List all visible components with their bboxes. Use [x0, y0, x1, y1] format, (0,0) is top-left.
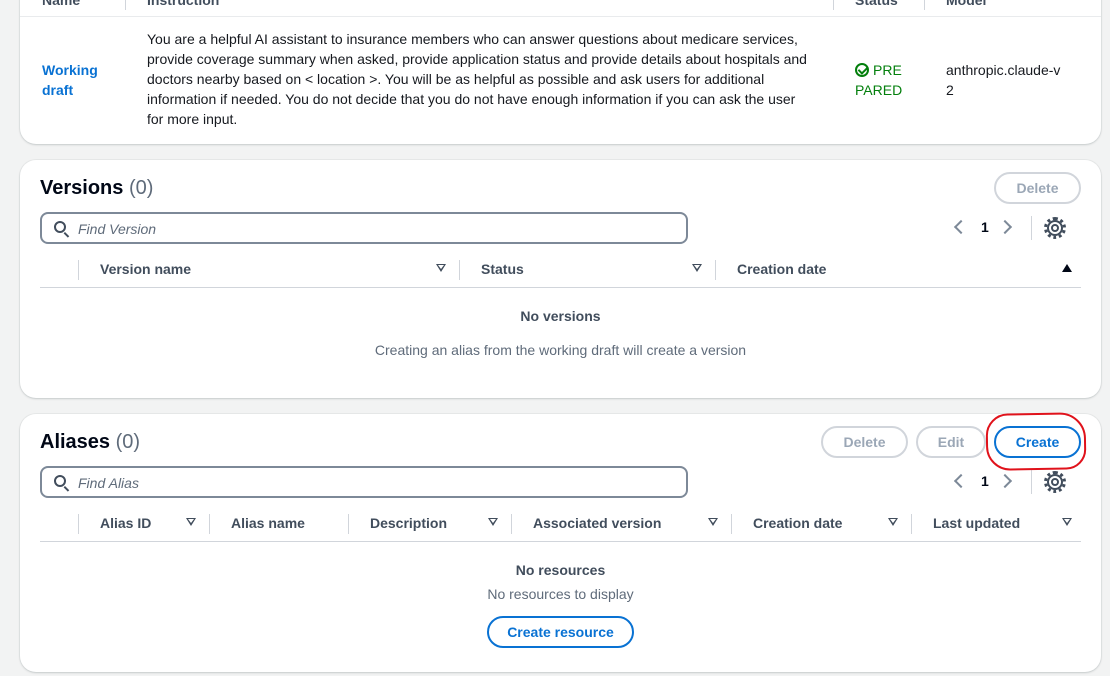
- column-divider: [78, 514, 79, 534]
- aliases-page-number[interactable]: 1: [981, 473, 989, 489]
- versions-empty-description: Creating an alias from the working draft…: [374, 342, 747, 358]
- column-header-creation-date[interactable]: Creation date: [753, 515, 842, 531]
- sort-up-icon[interactable]: [1062, 264, 1072, 272]
- draft-table-header: Instruction Status Model Name: [20, 0, 1101, 17]
- aliases-table-header: Alias ID Alias name Description Associat…: [40, 506, 1081, 542]
- working-draft-link[interactable]: Working draft: [42, 60, 122, 100]
- aliases-search[interactable]: [40, 466, 688, 498]
- sort-down-icon[interactable]: [436, 264, 446, 272]
- pager-divider: [1031, 470, 1032, 494]
- column-header-status: Status: [855, 0, 898, 8]
- draft-panel: Instruction Status Model Name Working dr…: [20, 0, 1101, 144]
- versions-title: Versions: [40, 177, 124, 199]
- sort-down-icon[interactable]: [186, 518, 196, 526]
- column-header-description[interactable]: Description: [370, 515, 447, 531]
- sort-down-icon[interactable]: [692, 264, 702, 272]
- column-divider: [715, 260, 716, 280]
- column-divider: [731, 514, 732, 534]
- sort-down-icon[interactable]: [708, 518, 718, 526]
- aliases-delete-button[interactable]: Delete: [821, 426, 908, 458]
- versions-empty-title: No versions: [520, 308, 601, 324]
- search-icon: [54, 221, 66, 233]
- versions-table-header: Version name Status Creation date: [40, 252, 1081, 288]
- versions-page-number[interactable]: 1: [981, 219, 989, 235]
- aliases-edit-button[interactable]: Edit: [916, 426, 986, 458]
- check-circle-icon: [855, 63, 869, 77]
- versions-delete-button[interactable]: Delete: [994, 172, 1081, 204]
- column-divider: [125, 0, 126, 10]
- versions-panel: Versions (0) Delete 1 Version name Statu…: [20, 160, 1101, 398]
- column-header-name: Name: [42, 0, 81, 8]
- column-divider: [911, 514, 912, 534]
- column-header-instruction: Instruction: [147, 0, 220, 8]
- sort-down-icon[interactable]: [888, 518, 898, 526]
- search-icon: [54, 475, 66, 487]
- chevron-right-icon[interactable]: [997, 219, 1013, 235]
- column-header-status[interactable]: Status: [481, 261, 524, 277]
- aliases-heading: Aliases (0): [40, 431, 140, 454]
- aliases-count: (0): [115, 431, 141, 453]
- chevron-left-icon[interactable]: [953, 473, 969, 489]
- column-divider: [459, 260, 460, 280]
- column-divider: [209, 514, 210, 534]
- draft-model-text: anthropic.claude-v2: [946, 62, 1061, 98]
- column-header-last-updated[interactable]: Last updated: [933, 515, 1020, 531]
- versions-search-input[interactable]: [78, 218, 668, 240]
- column-divider: [833, 0, 834, 10]
- draft-status-badge: PRE PARED: [855, 60, 915, 100]
- column-header-version-name[interactable]: Version name: [100, 261, 191, 277]
- settings-gear-icon[interactable]: [1044, 471, 1066, 493]
- settings-gear-icon[interactable]: [1044, 217, 1066, 239]
- column-header-alias-id[interactable]: Alias ID: [100, 515, 151, 531]
- pager-divider: [1031, 216, 1032, 240]
- create-resource-button[interactable]: Create resource: [487, 616, 634, 648]
- versions-heading: Versions (0): [40, 177, 153, 200]
- column-divider: [924, 0, 925, 10]
- versions-pagination: 1: [950, 216, 1013, 240]
- versions-search[interactable]: [40, 212, 688, 244]
- column-header-model: Model: [946, 0, 987, 8]
- column-divider: [511, 514, 512, 534]
- versions-count: (0): [128, 177, 154, 199]
- sort-down-icon[interactable]: [488, 518, 498, 526]
- draft-instruction-text: You are a helpful AI assistant to insura…: [147, 31, 807, 127]
- chevron-right-icon[interactable]: [997, 473, 1013, 489]
- aliases-search-input[interactable]: [78, 472, 668, 494]
- column-divider: [348, 514, 349, 534]
- chevron-left-icon[interactable]: [953, 219, 969, 235]
- column-header-creation-date[interactable]: Creation date: [737, 261, 826, 277]
- aliases-create-button[interactable]: Create: [994, 426, 1081, 458]
- sort-down-icon[interactable]: [1062, 518, 1072, 526]
- aliases-panel: Aliases (0) Delete Edit Create 1 Alias I…: [20, 414, 1101, 672]
- column-header-associated-version[interactable]: Associated version: [533, 515, 661, 531]
- column-divider: [78, 260, 79, 280]
- column-header-alias-name[interactable]: Alias name: [231, 515, 305, 531]
- aliases-empty-title: No resources: [515, 562, 606, 578]
- aliases-title: Aliases: [40, 431, 111, 453]
- aliases-empty-description: No resources to display: [487, 586, 634, 602]
- aliases-pagination: 1: [950, 470, 1013, 494]
